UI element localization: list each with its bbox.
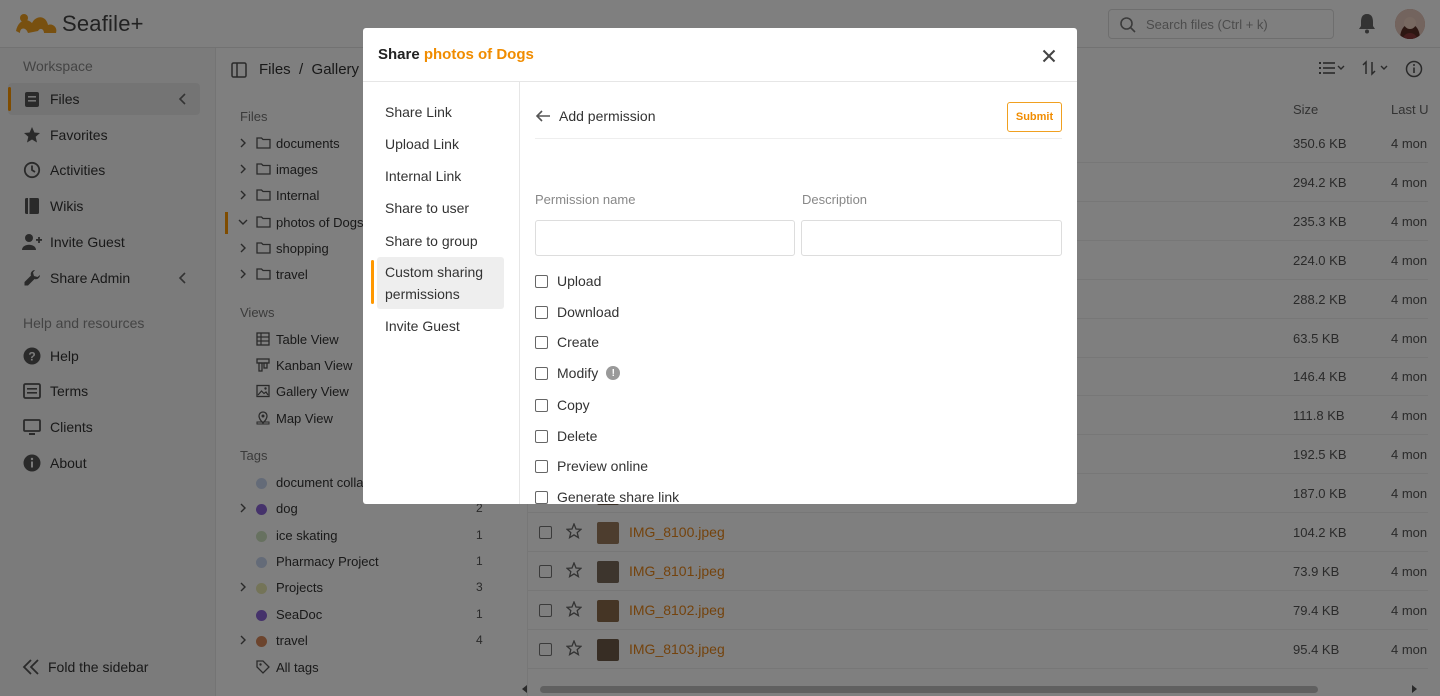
checkbox-create[interactable]: Create bbox=[535, 334, 599, 350]
exclamation-info-icon[interactable]: ! bbox=[606, 366, 621, 380]
checkbox-label: Create bbox=[557, 334, 600, 350]
checkbox-modify[interactable]: Modify! bbox=[535, 365, 621, 381]
dialog-title: Share photos of Dogs bbox=[378, 46, 534, 63]
checkbox-label: Delete bbox=[557, 428, 598, 444]
back-to-permissions[interactable]: Add permission bbox=[535, 108, 656, 124]
dialog-title-prefix: Share bbox=[378, 46, 424, 63]
checkbox-box[interactable] bbox=[535, 274, 548, 288]
checkbox-box[interactable] bbox=[535, 459, 548, 473]
checkbox-download[interactable]: Download bbox=[535, 304, 619, 320]
checkbox-box[interactable] bbox=[535, 366, 548, 380]
checkbox-label: Modify bbox=[557, 365, 599, 381]
checkbox-label: Preview online bbox=[557, 458, 649, 474]
divider bbox=[535, 138, 1062, 139]
dialog-nav: Share Link Upload Link Internal Link Sha… bbox=[363, 82, 520, 504]
checkbox-box[interactable] bbox=[535, 398, 548, 412]
tab-upload-link[interactable]: Upload Link bbox=[377, 133, 504, 155]
tab-share-to-user[interactable]: Share to user bbox=[377, 197, 504, 219]
share-dialog: Share photos of Dogs Share Link Upload L… bbox=[363, 28, 1077, 504]
checkbox-box[interactable] bbox=[535, 429, 548, 443]
tab-invite-guest[interactable]: Invite Guest bbox=[377, 315, 504, 337]
dialog-title-folder: photos of Dogs bbox=[423, 46, 534, 63]
close-button[interactable] bbox=[1037, 44, 1061, 68]
tab-custom-sharing-permissions[interactable]: Custom sharing permissions bbox=[371, 257, 504, 309]
tab-share-to-group[interactable]: Share to group bbox=[377, 230, 504, 252]
checkbox-preview-online[interactable]: Preview online bbox=[535, 458, 648, 474]
checkbox-box[interactable] bbox=[535, 335, 548, 349]
checkbox-label: Download bbox=[557, 304, 620, 320]
checkbox-box[interactable] bbox=[535, 490, 548, 504]
arrow-left-icon bbox=[535, 110, 550, 122]
permission-name-label: Permission name bbox=[535, 192, 636, 207]
description-label: Description bbox=[802, 192, 868, 207]
permission-name-input[interactable] bbox=[535, 220, 795, 256]
checkbox-generate-share-link[interactable]: Generate share link bbox=[535, 489, 679, 504]
dialog-header: Share photos of Dogs bbox=[363, 28, 1077, 82]
checkbox-label: Generate share link bbox=[557, 489, 680, 504]
checkbox-delete[interactable]: Delete bbox=[535, 428, 597, 444]
submit-button[interactable]: Submit bbox=[1007, 102, 1062, 132]
checkbox-label: Upload bbox=[557, 273, 602, 289]
dialog-body: Add permission Submit Permission name De… bbox=[520, 82, 1077, 504]
add-permission-label: Add permission bbox=[559, 108, 656, 124]
tab-share-link[interactable]: Share Link bbox=[377, 101, 504, 123]
app-window: Seafile+ Search files (Ctrl + k) Workspa… bbox=[0, 0, 1440, 696]
checkbox-upload[interactable]: Upload bbox=[535, 273, 601, 289]
checkbox-label: Copy bbox=[557, 397, 590, 413]
checkbox-copy[interactable]: Copy bbox=[535, 397, 590, 413]
checkbox-box[interactable] bbox=[535, 305, 548, 319]
tab-internal-link[interactable]: Internal Link bbox=[377, 165, 504, 187]
description-input[interactable] bbox=[801, 220, 1062, 256]
close-icon bbox=[1042, 49, 1056, 63]
